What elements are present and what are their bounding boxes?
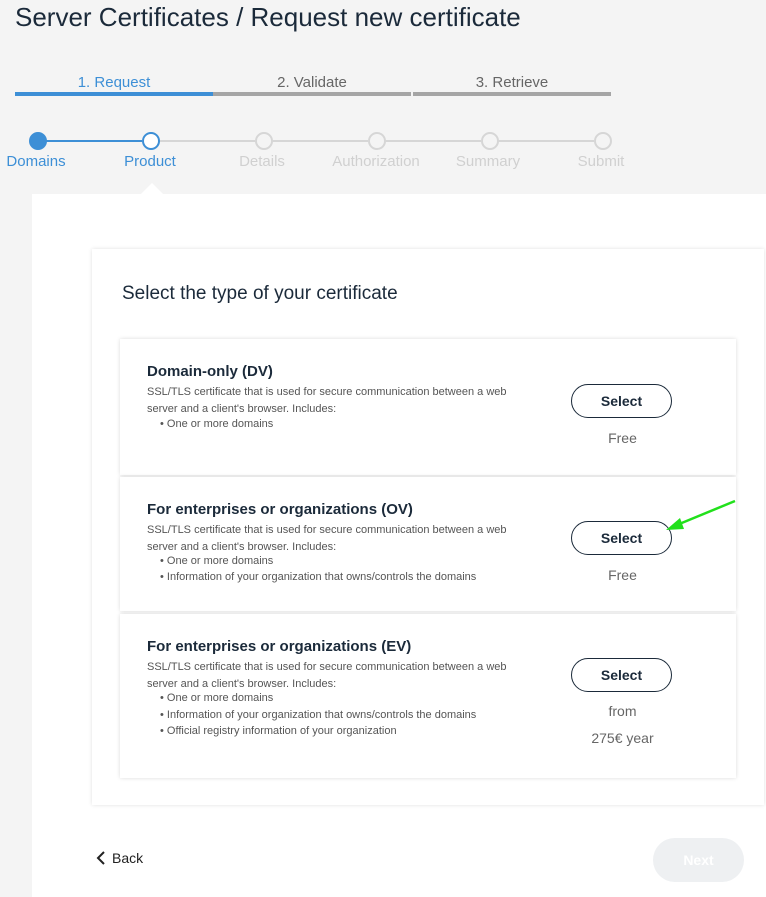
step-label-product: Product [124, 153, 176, 170]
option-dv-feature: • One or more domains [160, 418, 274, 430]
option-ev-feature: • One or more domains [160, 692, 274, 704]
step-label-authorization: Authorization [332, 153, 420, 170]
step-dot-details [255, 132, 273, 150]
step-connector-5 [498, 140, 594, 142]
page-title: Server Certificates / Request new certif… [15, 2, 521, 32]
tab-validate-bar [213, 92, 411, 96]
step-dot-product [142, 132, 160, 150]
option-ov-feature: • Information of your organization that … [160, 571, 477, 583]
option-ev-price: 275€ year [591, 730, 654, 746]
option-dv-name: Domain-only (DV) [147, 363, 273, 380]
tab-request-bar [15, 92, 213, 96]
annotation-arrow-icon [666, 499, 736, 530]
chevron-left-icon [96, 851, 105, 865]
option-ov-feature: • One or more domains [160, 555, 274, 567]
next-button[interactable]: Next [653, 838, 744, 882]
back-label: Back [112, 850, 144, 866]
step-connector-3 [272, 140, 368, 142]
tab-request-label: 1. Request [77, 74, 151, 91]
step-dot-authorization [368, 132, 386, 150]
option-ev-name: For enterprises or organizations (EV) [147, 638, 412, 655]
step-label-summary: Summary [455, 153, 521, 170]
step-dot-submit [594, 132, 612, 150]
step-dot-domains [29, 132, 47, 150]
step-connector-4 [385, 140, 481, 142]
option-ov-description: SSL/TLS certificate that is used for sec… [147, 524, 507, 553]
step-label-details: Details [239, 153, 285, 170]
option-dv-price: Free [608, 430, 637, 446]
option-dv-description: SSL/TLS certificate that is used for sec… [147, 386, 507, 415]
option-ov-name: For enterprises or organizations (OV) [147, 501, 413, 518]
tab-retrieve[interactable]: 3. Retrieve [413, 74, 611, 96]
step-progress: Domains Product Details Authorization Su… [0, 130, 766, 176]
option-ev: For enterprises or organizations (EV) SS… [120, 614, 736, 778]
step-connector-2 [159, 140, 255, 142]
tab-request[interactable]: 1. Request [15, 74, 213, 96]
option-ev-description: SSL/TLS certificate that is used for sec… [147, 661, 507, 690]
option-ev-feature: • Information of your organization that … [160, 709, 477, 721]
tab-validate-label: 2. Validate [277, 74, 347, 91]
step-label-domains[interactable]: Domains [0, 153, 96, 170]
tab-retrieve-bar [413, 92, 611, 96]
option-dv: Domain-only (DV) SSL/TLS certificate tha… [120, 339, 736, 475]
option-ev-price-from: from [608, 703, 637, 719]
wizard-tabs: 1. Request 2. Validate 3. Retrieve [15, 74, 611, 100]
option-ov-price: Free [608, 567, 637, 583]
option-ov: For enterprises or organizations (OV) SS… [120, 477, 736, 611]
step-dot-summary [481, 132, 499, 150]
option-ev-feature: • Official registry information of your … [160, 725, 397, 737]
select-ev-button[interactable]: Select [571, 658, 672, 692]
step-connector-1 [46, 140, 142, 142]
tab-retrieve-label: 3. Retrieve [475, 74, 549, 91]
step-label-submit: Submit [577, 153, 625, 170]
select-dv-button[interactable]: Select [571, 384, 672, 418]
select-ov-button[interactable]: Select [571, 521, 672, 555]
tab-validate[interactable]: 2. Validate [213, 74, 411, 96]
back-button[interactable]: Back [96, 850, 143, 866]
card-title: Select the type of your certificate [122, 283, 398, 304]
